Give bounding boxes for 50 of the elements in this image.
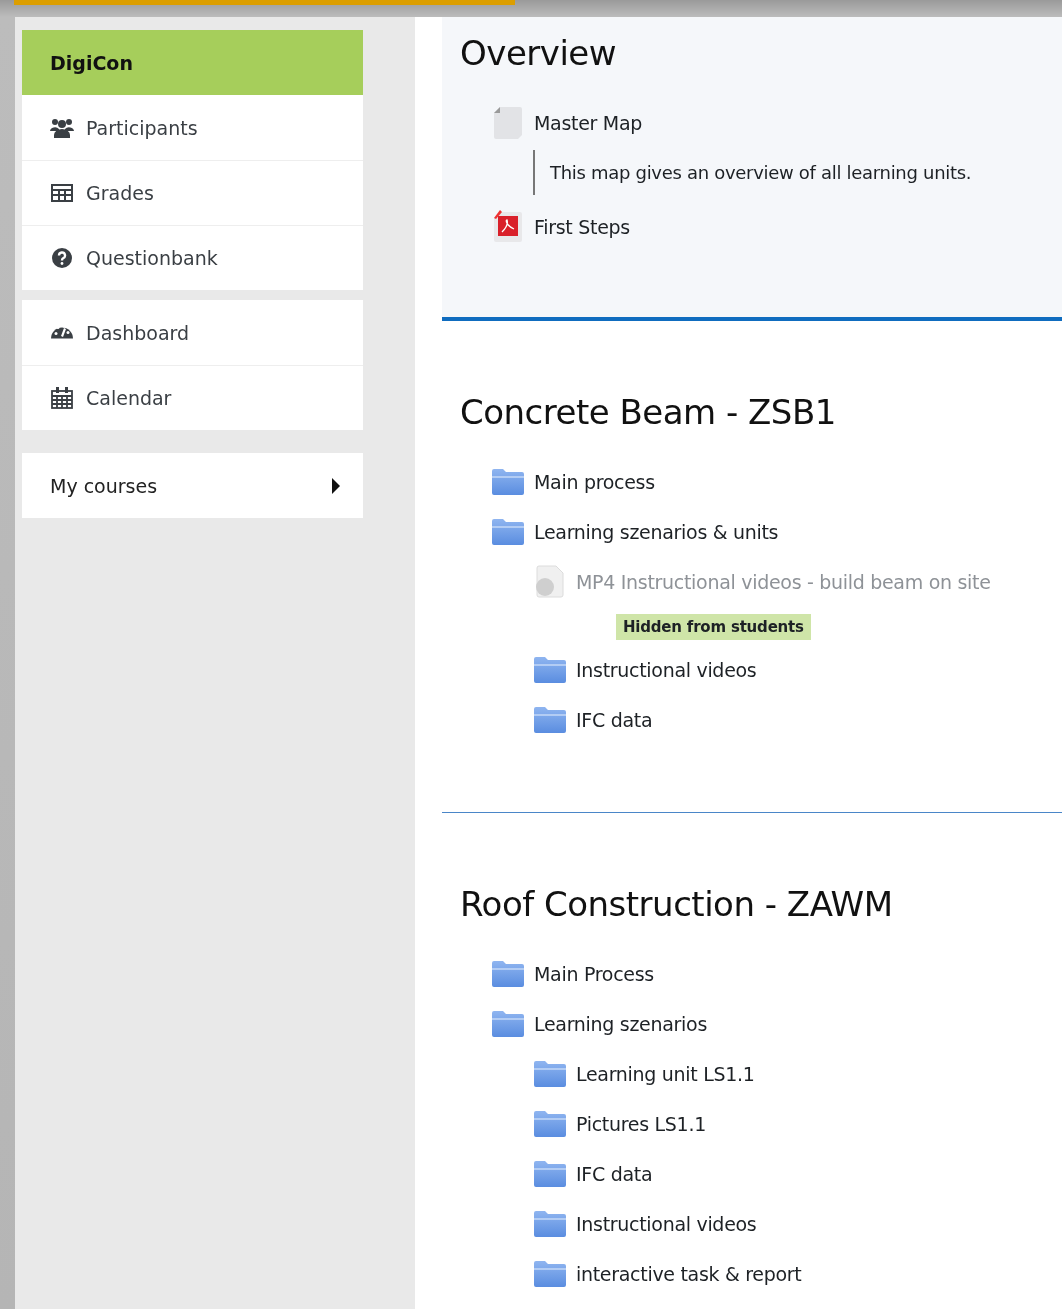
document-icon	[492, 106, 524, 140]
activity-link[interactable]: Main Process	[534, 963, 654, 985]
section-title: Roof Construction - ZAWM	[460, 884, 894, 924]
section-title: Concrete Beam - ZSB1	[460, 392, 837, 432]
folder-icon	[533, 656, 567, 684]
gauge-icon	[50, 326, 74, 339]
activity-description: This map gives an overview of all learning units.	[533, 150, 1044, 195]
activity-link[interactable]: Pictures LS1.1	[576, 1113, 706, 1135]
activity-link[interactable]: Main process	[534, 471, 655, 493]
folder-icon	[491, 960, 525, 988]
activity-link[interactable]: First Steps	[534, 216, 630, 238]
nav-item[interactable]: Participants	[22, 95, 363, 160]
calendar-icon	[51, 387, 73, 409]
folder-icon	[491, 1010, 525, 1038]
restriction-badge: Hidden from students	[616, 614, 811, 640]
activity-link[interactable]: Instructional videos	[576, 1213, 757, 1235]
nav-label: Participants	[86, 116, 199, 139]
folder-icon	[533, 1210, 567, 1238]
table-icon	[51, 184, 73, 202]
nav-item[interactable]: Calendar	[22, 365, 363, 430]
nav-item[interactable]: My courses	[22, 453, 363, 518]
help-icon	[52, 248, 72, 268]
folder-icon	[491, 518, 525, 546]
nav-label: Calendar	[86, 387, 173, 409]
folder-icon	[533, 1160, 567, 1188]
activity-link[interactable]: Learning unit LS1.1	[576, 1063, 755, 1085]
nav-item[interactable]: Questionbank	[22, 225, 363, 290]
nav-item[interactable]: Dashboard	[22, 300, 363, 365]
nav-label: My courses	[50, 474, 159, 497]
activity-link[interactable]: Learning szenarios	[534, 1013, 707, 1035]
folder-icon	[533, 706, 567, 734]
activity-link[interactable]: Instructional videos	[576, 659, 757, 681]
nav-label: Dashboard	[86, 321, 191, 344]
folder-icon	[491, 468, 525, 496]
section-title: Overview	[460, 33, 618, 73]
course-title[interactable]: DigiCon	[22, 30, 363, 95]
activity-link[interactable]: interactive task & report	[576, 1263, 802, 1285]
activity-link[interactable]: IFC data	[576, 709, 653, 731]
activity-link[interactable]: Master Map	[534, 112, 643, 134]
nav-label: Questionbank	[86, 247, 219, 269]
nav-label: Grades	[86, 182, 155, 204]
activity-link[interactable]: IFC data	[576, 1163, 653, 1185]
nav-item[interactable]: Grades	[22, 160, 363, 225]
folder-icon	[533, 1260, 567, 1288]
video-file-icon	[533, 565, 567, 599]
pdf-icon	[492, 210, 524, 244]
users-icon	[50, 117, 74, 138]
folder-icon	[533, 1060, 567, 1088]
folder-icon	[533, 1110, 567, 1138]
activity-link[interactable]: Learning szenarios & units	[534, 521, 779, 543]
